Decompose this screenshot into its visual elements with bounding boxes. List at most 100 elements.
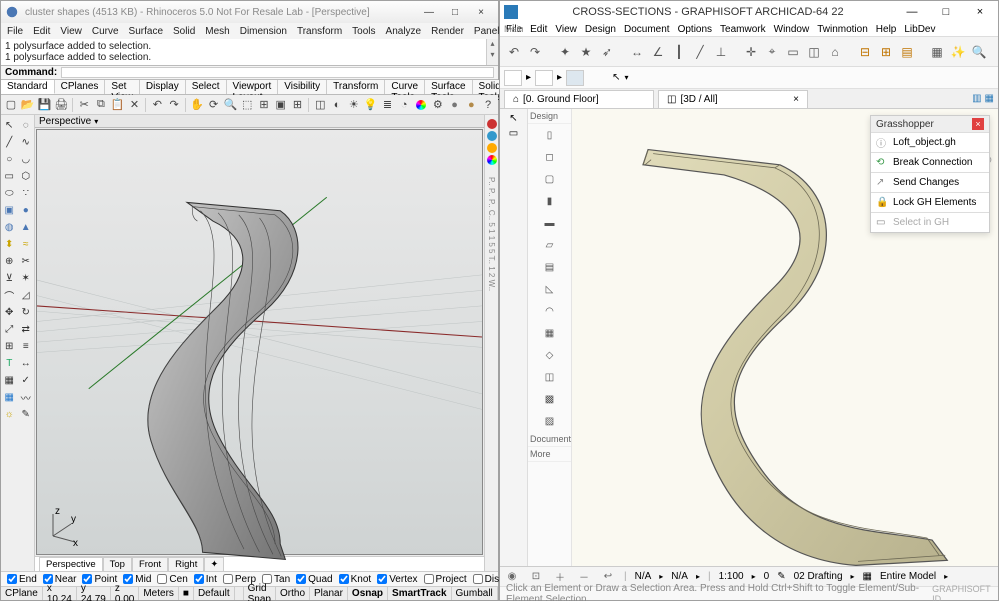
suspend-icon[interactable]: ⊟ bbox=[855, 42, 875, 62]
model-combo[interactable]: Entire Model bbox=[880, 571, 936, 582]
boolean-icon[interactable]: ⊕ bbox=[2, 254, 18, 270]
cplane-icon[interactable]: ◫ bbox=[312, 97, 328, 113]
scale-icon[interactable]: ⤢ bbox=[2, 322, 18, 338]
stair-icon[interactable]: ▤ bbox=[538, 258, 562, 276]
cut-icon[interactable]: ✂ bbox=[76, 97, 92, 113]
object-icon[interactable]: ◫ bbox=[538, 368, 562, 386]
grid-snap-icon[interactable]: ✛ bbox=[741, 42, 761, 62]
tab-vplayout[interactable]: Viewport Layout bbox=[227, 80, 279, 94]
menu-twinmotion[interactable]: Twinmotion bbox=[817, 24, 868, 35]
polyline-icon[interactable]: ╱ bbox=[2, 135, 18, 151]
menu-view[interactable]: View bbox=[555, 24, 577, 35]
angle-icon[interactable]: ∠ bbox=[648, 42, 668, 62]
paste-icon[interactable]: 📋 bbox=[110, 97, 126, 113]
wall-icon[interactable]: ▯ bbox=[538, 126, 562, 144]
measure-icon[interactable]: ↔ bbox=[627, 42, 647, 62]
panel2-icon[interactable]: ▦ bbox=[985, 93, 994, 104]
menu-file[interactable]: File bbox=[7, 26, 23, 37]
status-layer[interactable]: Default bbox=[194, 587, 235, 600]
gh-header[interactable]: Grasshopper × bbox=[871, 116, 989, 132]
close-button[interactable]: × bbox=[468, 3, 494, 21]
status-smarttrack[interactable]: SmartTrack bbox=[388, 587, 451, 600]
status-planar[interactable]: Planar bbox=[310, 587, 348, 600]
tab-visibility[interactable]: Visibility bbox=[278, 80, 327, 94]
morph-icon[interactable]: ◇ bbox=[538, 346, 562, 364]
polygon-icon[interactable]: ⬡ bbox=[18, 169, 34, 185]
props-icon[interactable]: ◔ bbox=[396, 97, 412, 113]
cone-icon[interactable]: ▲ bbox=[18, 220, 34, 236]
none[interactable]: 0 bbox=[764, 571, 770, 582]
menu-document[interactable]: Document bbox=[624, 24, 670, 35]
blocks-icon[interactable]: ▦ bbox=[2, 390, 18, 406]
explode-icon[interactable]: ✶ bbox=[18, 271, 34, 287]
chk-end[interactable]: End bbox=[7, 574, 37, 585]
perp-icon[interactable]: ⊥ bbox=[711, 42, 731, 62]
pan-icon[interactable]: ✋ bbox=[189, 97, 205, 113]
sub-arrow2-icon[interactable]: ▸ bbox=[557, 72, 562, 83]
pen-icon[interactable]: ✎ bbox=[777, 571, 785, 582]
box-icon[interactable]: ▣ bbox=[2, 203, 18, 219]
gh-item-break[interactable]: ⟲ Break Connection bbox=[871, 152, 989, 172]
scroll-up-icon[interactable]: ▴ bbox=[487, 39, 498, 50]
arc-icon[interactable]: ◡ bbox=[18, 152, 34, 168]
side-design[interactable]: Design bbox=[528, 109, 571, 124]
curve-icon[interactable]: ∿ bbox=[18, 135, 34, 151]
sphere-tool-icon[interactable]: ● bbox=[18, 203, 34, 219]
chk-quad[interactable]: Quad bbox=[296, 574, 332, 585]
minimize-button[interactable]: — bbox=[898, 3, 926, 21]
close-button[interactable]: × bbox=[966, 3, 994, 21]
dim-icon[interactable]: ↔ bbox=[18, 356, 34, 372]
menu-help[interactable]: Help bbox=[876, 24, 897, 35]
minimize-button[interactable]: — bbox=[416, 3, 442, 21]
zone-icon[interactable]: ▩ bbox=[538, 390, 562, 408]
status-gridsnap[interactable]: Grid Snap bbox=[244, 587, 276, 600]
delete-icon[interactable]: ✕ bbox=[127, 97, 143, 113]
syringe-icon[interactable]: ➶ bbox=[597, 42, 617, 62]
print-icon[interactable]: 🖨 bbox=[53, 97, 69, 113]
mirror-icon[interactable]: ⇄ bbox=[18, 322, 34, 338]
log-scrollbar[interactable]: ▴ ▾ bbox=[486, 39, 498, 65]
tab-transform[interactable]: Transform bbox=[327, 80, 385, 94]
options-icon[interactable]: ⚙ bbox=[430, 97, 446, 113]
dot-red-icon[interactable] bbox=[487, 119, 497, 129]
rotate-icon[interactable]: ⟳ bbox=[206, 97, 222, 113]
tab-display[interactable]: Display bbox=[140, 80, 186, 94]
fillet-icon[interactable]: ⌒ bbox=[2, 288, 18, 304]
maximize-button[interactable]: □ bbox=[442, 3, 468, 21]
material-icon[interactable] bbox=[413, 97, 429, 113]
archicad-viewport[interactable]: Grasshopper × ⓘ Loft_object.gh ⟲ Break C… bbox=[572, 109, 998, 566]
undo-icon[interactable]: ↶ bbox=[504, 42, 524, 62]
layers-icon[interactable]: ≣ bbox=[380, 97, 396, 113]
4view-icon[interactable]: ⊞ bbox=[290, 97, 306, 113]
menu-tools[interactable]: Tools bbox=[352, 26, 375, 37]
tab-select[interactable]: Select bbox=[186, 80, 227, 94]
menu-surface[interactable]: Surface bbox=[129, 26, 163, 37]
extrude-icon[interactable]: ⬍ bbox=[2, 237, 18, 253]
tab-cplanes[interactable]: CPlanes bbox=[55, 80, 106, 94]
menu-curve[interactable]: Curve bbox=[92, 26, 119, 37]
sub-3[interactable] bbox=[566, 70, 584, 86]
menu-mesh[interactable]: Mesh bbox=[205, 26, 229, 37]
tab-surfacetools[interactable]: Surface Tools bbox=[425, 80, 472, 94]
dot-wheel-icon[interactable] bbox=[487, 155, 497, 165]
command-input[interactable] bbox=[61, 67, 494, 78]
door-icon[interactable]: ◻ bbox=[538, 148, 562, 166]
lasso-icon[interactable]: ◌ bbox=[18, 118, 34, 134]
menu-dimension[interactable]: Dimension bbox=[240, 26, 287, 37]
find-icon[interactable]: 🔍 bbox=[969, 42, 989, 62]
guide-d-icon[interactable]: ╱ bbox=[690, 42, 710, 62]
status-units[interactable]: Meters bbox=[139, 587, 179, 600]
column-icon[interactable]: ▮ bbox=[538, 192, 562, 210]
scroll-down-icon[interactable]: ▾ bbox=[487, 50, 498, 61]
redo-icon[interactable]: ↷ bbox=[525, 42, 545, 62]
shade-icon[interactable]: ◐ bbox=[329, 97, 345, 113]
circle-icon[interactable]: ○ bbox=[2, 152, 18, 168]
zoom-window-icon[interactable]: ⬚ bbox=[239, 97, 255, 113]
open-icon[interactable]: 📂 bbox=[20, 97, 36, 113]
mesh2-icon[interactable]: ▨ bbox=[538, 412, 562, 430]
sphere2-icon[interactable]: ● bbox=[463, 97, 479, 113]
move-icon[interactable]: ✥ bbox=[2, 305, 18, 321]
help-icon[interactable]: ? bbox=[480, 97, 496, 113]
dot-blue-icon[interactable] bbox=[487, 131, 497, 141]
gh-item-file[interactable]: ⓘ Loft_object.gh bbox=[871, 132, 989, 152]
